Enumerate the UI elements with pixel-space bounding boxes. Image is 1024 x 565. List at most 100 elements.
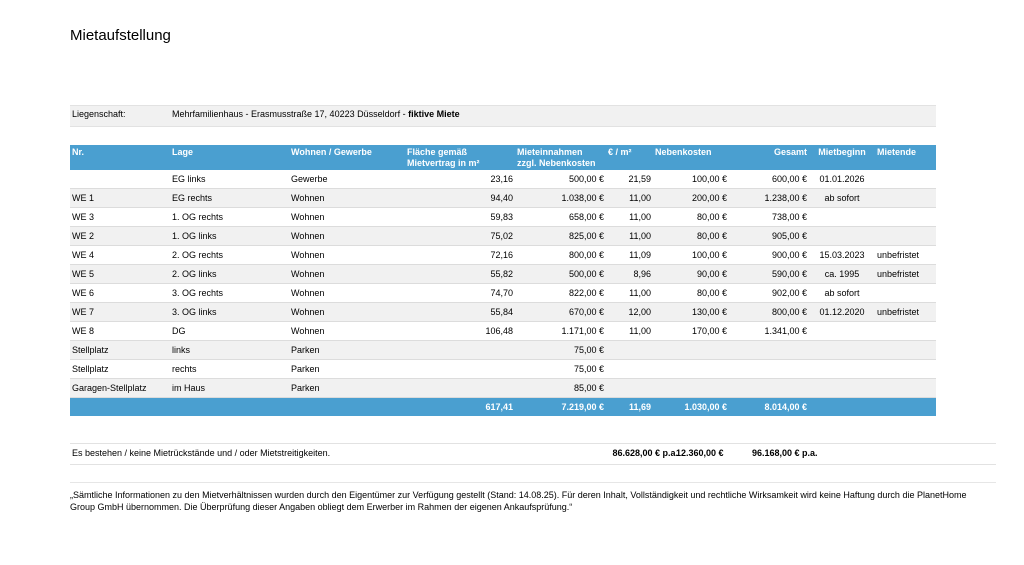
cell-qm: 11,00: [606, 321, 653, 341]
cell-qm: 11,00: [606, 188, 653, 208]
cell-nr: Garagen-Stellplatz: [70, 378, 170, 398]
summary-row: Es bestehen / keine Mietrückstände und /…: [70, 443, 996, 465]
cell-miete: 500,00 €: [515, 170, 606, 189]
table-row: WE 3 1. OG rechts Wohnen 59,83 658,00 €11,00…: [70, 207, 936, 227]
cell-miete: 85,00 €: [515, 378, 606, 398]
cell-lage: 2. OG rechts: [170, 245, 289, 265]
divider: [70, 482, 996, 483]
cell-beginn: 01.12.2020: [809, 302, 875, 322]
cell-nk: 130,00 €: [653, 302, 729, 322]
table-row: WE 5 2. OG links Wohnen 55,82 500,00 €8,96 90…: [70, 264, 936, 284]
cell-nk: 100,00 €: [653, 245, 729, 265]
cell-miete: 670,00 €: [515, 302, 606, 322]
cell-miete: 658,00 €: [515, 207, 606, 227]
table-row: WE 7 3. OG links Wohnen 55,84 670,00 €12,00 1…: [70, 302, 936, 322]
cell-nk: 200,00 €: [653, 188, 729, 208]
col-gesamt: Gesamt: [729, 145, 809, 170]
cell-art: Wohnen: [289, 302, 405, 322]
cell-ende: [875, 340, 936, 360]
cell-ende: [875, 170, 936, 189]
cell-gesamt: [729, 378, 809, 398]
total-nr: [70, 397, 170, 416]
cell-miete: 500,00 €: [515, 264, 606, 284]
cell-ende: [875, 321, 936, 341]
cell-nk: [653, 378, 729, 398]
col-lage: Lage: [170, 145, 289, 170]
cell-nr: WE 3: [70, 207, 170, 227]
cell-beginn: ab sofort: [809, 188, 875, 208]
cell-flaeche: 59,83: [405, 207, 515, 227]
col-mietende: Mietende: [875, 145, 936, 170]
cell-gesamt: [729, 359, 809, 379]
cell-ende: [875, 378, 936, 398]
total-beginn: [809, 397, 875, 416]
cell-miete: 1.171,00 €: [515, 321, 606, 341]
rent-table: Nr. Lage Wohnen / Gewerbe Fläche gemäß Mi…: [70, 145, 936, 416]
cell-beginn: [809, 359, 875, 379]
summary-miete-pa: 86.628,00 € p.a.: [612, 448, 678, 458]
cell-art: Wohnen: [289, 264, 405, 284]
cell-art: Parken: [289, 378, 405, 398]
cell-ende: [875, 207, 936, 227]
cell-nr: WE 6: [70, 283, 170, 303]
cell-nr: [70, 170, 170, 189]
cell-beginn: [809, 340, 875, 360]
cell-miete: 1.038,00 €: [515, 188, 606, 208]
summary-text: Es bestehen / keine Mietrückstände und /…: [72, 448, 331, 458]
cell-qm: 8,96: [606, 264, 653, 284]
cell-ende: unbefristet: [875, 264, 936, 284]
cell-nk: 80,00 €: [653, 207, 729, 227]
cell-ende: [875, 283, 936, 303]
cell-miete: 75,00 €: [515, 359, 606, 379]
cell-qm: 12,00: [606, 302, 653, 322]
cell-ende: [875, 188, 936, 208]
cell-qm: [606, 340, 653, 360]
table-row: Garagen-Stellplatz im Haus Parken 85,00 €: [70, 378, 936, 398]
col-miete: Mieteinnahmen zzgl. Nebenkosten: [515, 145, 606, 170]
col-nr: Nr.: [70, 145, 170, 170]
cell-art: Gewerbe: [289, 170, 405, 189]
summary-nebenkosten-pa: 12.360,00 €: [676, 448, 724, 458]
cell-lage: 1. OG links: [170, 226, 289, 246]
cell-lage: 3. OG rechts: [170, 283, 289, 303]
cell-flaeche: 94,40: [405, 188, 515, 208]
cell-beginn: [809, 207, 875, 227]
col-qm: € / m²: [606, 145, 653, 170]
cell-flaeche: 55,84: [405, 302, 515, 322]
total-ende: [875, 397, 936, 416]
cell-ende: unbefristet: [875, 302, 936, 322]
col-nebenkosten: Nebenkosten: [653, 145, 729, 170]
cell-gesamt: 900,00 €: [729, 245, 809, 265]
cell-art: Wohnen: [289, 245, 405, 265]
page-title: Mietaufstellung: [70, 27, 171, 44]
cell-art: Wohnen: [289, 207, 405, 227]
cell-flaeche: 72,16: [405, 245, 515, 265]
cell-qm: 11,00: [606, 207, 653, 227]
cell-beginn: [809, 321, 875, 341]
cell-gesamt: 590,00 €: [729, 264, 809, 284]
cell-nr: WE 4: [70, 245, 170, 265]
cell-gesamt: 905,00 €: [729, 226, 809, 246]
cell-nk: [653, 340, 729, 360]
cell-nr: WE 2: [70, 226, 170, 246]
table-header: Nr. Lage Wohnen / Gewerbe Fläche gemäß Mi…: [70, 145, 936, 170]
cell-lage: 2. OG links: [170, 264, 289, 284]
total-art: [289, 397, 405, 416]
cell-beginn: [809, 226, 875, 246]
cell-flaeche: 23,16: [405, 170, 515, 189]
cell-qm: 21,59: [606, 170, 653, 189]
cell-ende: [875, 226, 936, 246]
total-flaeche: 617,41: [405, 397, 515, 416]
total-lage: [170, 397, 289, 416]
cell-beginn: [809, 378, 875, 398]
col-mietbeginn: Mietbeginn: [809, 145, 875, 170]
cell-ende: [875, 359, 936, 379]
table-row: WE 2 1. OG links Wohnen 75,02 825,00 €11,00 8…: [70, 226, 936, 246]
table-row: WE 6 3. OG rechts Wohnen 74,70 822,00 €11,00…: [70, 283, 936, 303]
cell-nr: Stellplatz: [70, 340, 170, 360]
col-miete-line1: Mieteinnahmen: [517, 147, 583, 157]
cell-flaeche: [405, 359, 515, 379]
cell-art: Wohnen: [289, 283, 405, 303]
cell-art: Parken: [289, 359, 405, 379]
cell-art: Wohnen: [289, 188, 405, 208]
